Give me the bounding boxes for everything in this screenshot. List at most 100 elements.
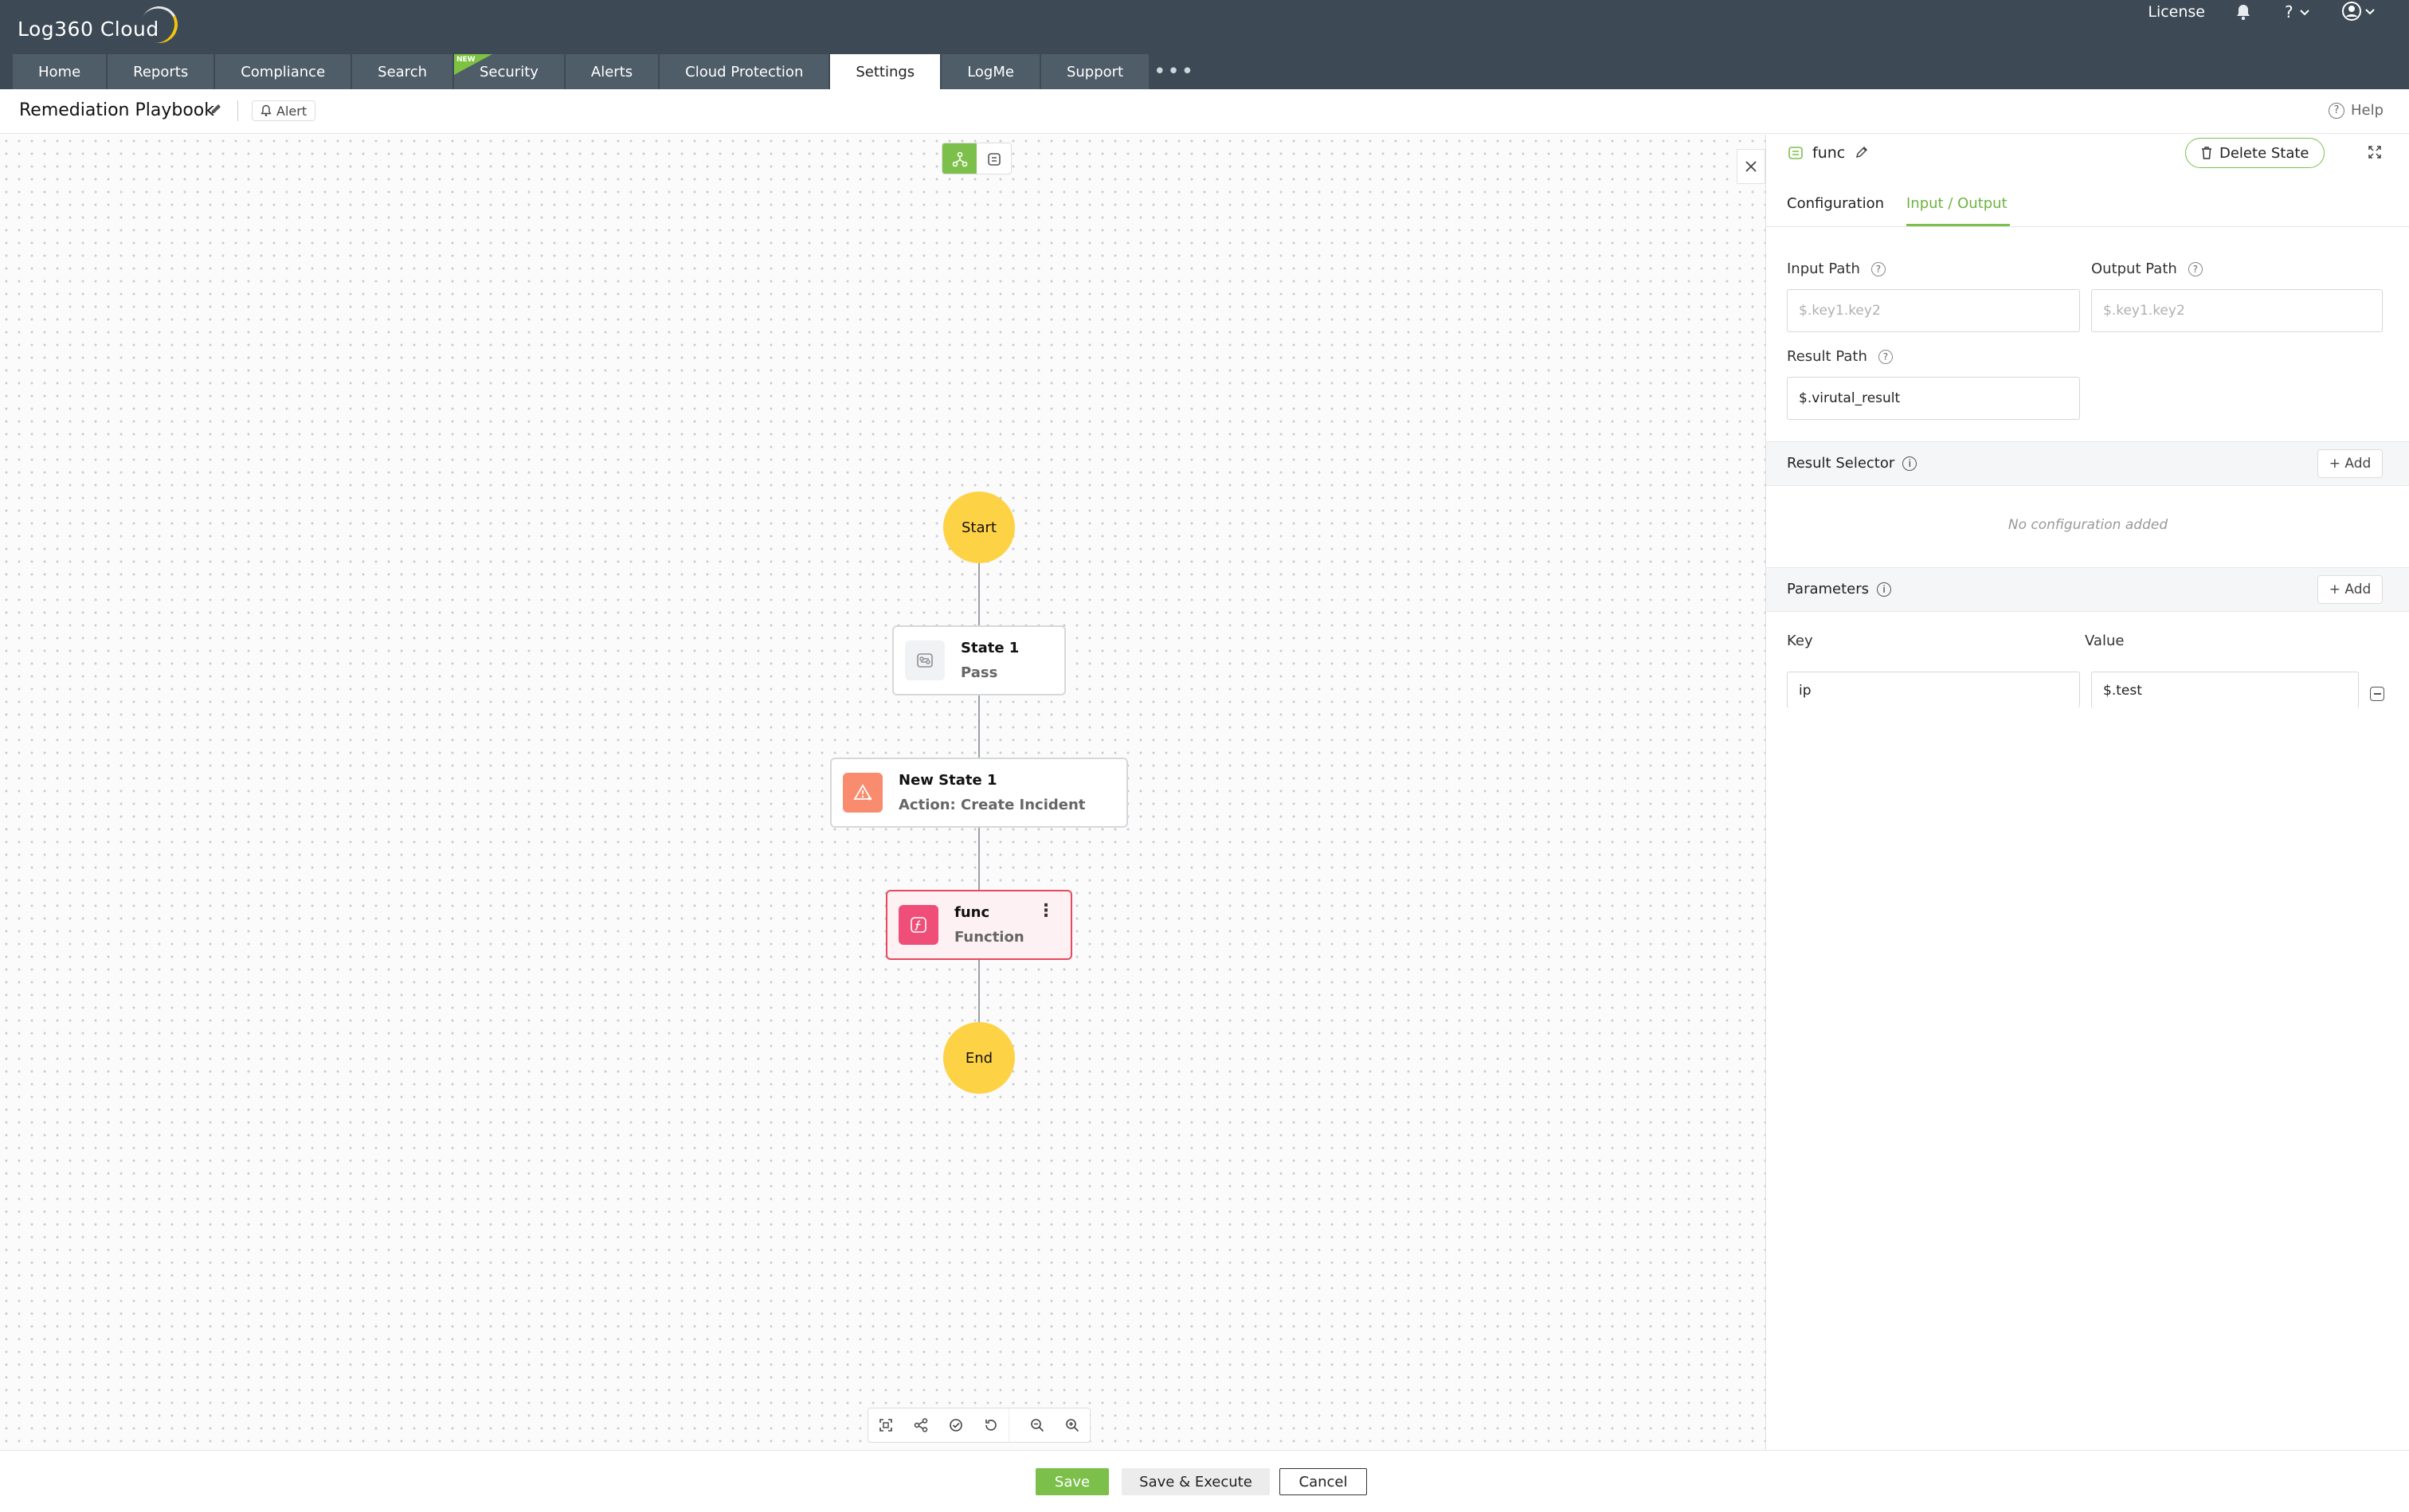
state-node-title: New State 1	[899, 772, 997, 789]
state-node-create-incident[interactable]: New State 1 Action: Create Incident	[830, 758, 1128, 828]
action-footer: Save Save & Execute Cancel	[0, 1450, 2409, 1512]
result-path-help-icon[interactable]: ?	[1878, 349, 1893, 364]
nav-tab-settings[interactable]: Settings	[830, 54, 941, 89]
state-node-function[interactable]: func Function ⋮	[886, 890, 1072, 960]
param-key-field[interactable]: ip	[1787, 672, 2080, 708]
result-path-label-text: Result Path	[1787, 348, 1867, 365]
nav-tab-security[interactable]: NEW Security	[454, 54, 564, 89]
output-path-label: Output Path ?	[2091, 260, 2203, 277]
nav-tab-reports[interactable]: Reports	[108, 54, 214, 89]
nav-tab-logme[interactable]: LogMe	[942, 54, 1040, 89]
state-node-type: Pass	[961, 664, 998, 681]
result-path-field[interactable]: $.virutal_result	[1787, 377, 2080, 420]
workflow-canvas[interactable]: Start State 1 Pass New State 1 Action: C…	[0, 135, 1765, 1450]
add-parameter-button[interactable]: + Add	[2317, 575, 2383, 604]
state-node-type: Action: Create Incident	[899, 797, 1086, 813]
delete-state-button[interactable]: Delete State	[2185, 138, 2325, 168]
save-execute-button[interactable]: Save & Execute	[1122, 1468, 1270, 1495]
nav-tab-support[interactable]: Support	[1040, 54, 1150, 89]
view-toggle	[942, 143, 1012, 174]
result-path-label: Result Path ?	[1787, 348, 1893, 365]
app-logo[interactable]: Log360 Cloud	[18, 1, 183, 49]
nav-tab-home[interactable]: Home	[13, 54, 107, 89]
parameters-title: Parameters i	[1787, 581, 1892, 597]
canvas-toolbar	[868, 1408, 1091, 1443]
logo-swoosh-icon	[135, 1, 183, 49]
user-avatar-icon[interactable]	[2342, 2, 2377, 22]
graph-view-icon[interactable]	[942, 143, 977, 174]
result-selector-section: Result Selector i + Add	[1766, 441, 2409, 486]
nav-tab-compliance[interactable]: Compliance	[215, 54, 351, 89]
alert-chip-label: Alert	[276, 103, 307, 119]
state-name: func	[1812, 144, 1846, 162]
parameters-info-icon[interactable]: i	[1877, 582, 1892, 597]
license-link[interactable]: License	[2148, 3, 2205, 21]
input-path-field[interactable]: $.key1.key2	[1787, 289, 2080, 332]
save-button[interactable]: Save	[1036, 1468, 1109, 1495]
remove-parameter-icon[interactable]	[2370, 687, 2384, 701]
end-node-label: End	[965, 1049, 993, 1067]
validate-icon[interactable]	[938, 1408, 973, 1442]
auto-layout-icon[interactable]	[903, 1408, 938, 1442]
nav-tab-alerts[interactable]: Alerts	[565, 54, 659, 89]
bell-outline-icon	[260, 104, 272, 116]
result-selector-info-icon[interactable]: i	[1902, 456, 1917, 471]
zoom-out-icon[interactable]	[1020, 1408, 1055, 1442]
state-node-type: Function	[954, 929, 1024, 946]
param-value-header: Value	[2085, 633, 2125, 649]
param-key-header: Key	[1787, 633, 1813, 649]
function-icon	[899, 905, 938, 945]
add-result-selector-button[interactable]: + Add	[2317, 449, 2383, 478]
pass-state-icon	[905, 640, 945, 680]
output-path-field[interactable]: $.key1.key2	[2091, 289, 2383, 332]
parameters-section: Parameters i + Add	[1766, 567, 2409, 612]
panel-header: func Delete State	[1766, 135, 2409, 179]
page-title: Remediation Playbook	[19, 100, 214, 120]
node-menu-icon[interactable]: ⋮	[1037, 903, 1055, 920]
state-node-text: New State 1 Action: Create Incident	[899, 772, 1085, 813]
more-tabs-icon[interactable]: •••	[1150, 54, 1198, 89]
param-value-field[interactable]: $.test	[2091, 672, 2359, 708]
expand-panel-icon[interactable]	[2367, 144, 2383, 163]
nav-tab-search[interactable]: Search	[352, 54, 452, 89]
toolbar-divider	[1009, 1408, 1020, 1442]
help-menu-icon[interactable]: ?	[2282, 2, 2313, 22]
help-label: Help	[2350, 102, 2384, 119]
tab-configuration[interactable]: Configuration	[1787, 195, 1884, 212]
close-panel-icon[interactable]	[1737, 149, 1765, 184]
edit-title-icon[interactable]	[209, 102, 223, 120]
output-path-label-text: Output Path	[2091, 260, 2177, 277]
active-tab-indicator	[1906, 224, 2010, 226]
code-view-icon[interactable]	[977, 143, 1011, 174]
start-node-label: Start	[962, 519, 997, 536]
state-node-text: func Function	[954, 904, 1024, 946]
zoom-in-icon[interactable]	[1055, 1408, 1090, 1442]
top-bar: Log360 Cloud License ? Home Reports Comp…	[0, 0, 2409, 89]
result-selector-title: Result Selector i	[1787, 455, 1917, 472]
cancel-button[interactable]: Cancel	[1279, 1468, 1367, 1495]
bell-icon[interactable]	[2234, 2, 2253, 22]
tab-input-output[interactable]: Input / Output	[1906, 195, 2007, 212]
rename-state-icon[interactable]	[1854, 144, 1870, 163]
state-node-title: func	[954, 904, 990, 921]
start-node[interactable]: Start	[943, 492, 1015, 563]
state-node-pass[interactable]: State 1 Pass	[892, 625, 1066, 695]
parameters-title-text: Parameters	[1787, 581, 1870, 597]
alert-chip[interactable]: Alert	[252, 100, 316, 121]
new-badge-text: NEW	[456, 56, 476, 64]
result-selector-empty-message: No configuration added	[2007, 517, 2168, 533]
playbook-title-bar: Remediation Playbook Alert ? Help	[0, 89, 2409, 134]
help-link[interactable]: ? Help	[2328, 102, 2384, 119]
nav-tab-cloud-protection[interactable]: Cloud Protection	[660, 54, 829, 89]
end-node[interactable]: End	[943, 1022, 1015, 1094]
fit-to-screen-icon[interactable]	[868, 1408, 903, 1442]
incident-alert-icon	[843, 773, 883, 813]
output-path-help-icon[interactable]: ?	[2188, 261, 2203, 276]
svg-text:?: ?	[2285, 2, 2293, 22]
input-path-help-icon[interactable]: ?	[1870, 261, 1886, 276]
title-divider	[237, 100, 238, 121]
state-node-title: State 1	[961, 640, 1020, 656]
input-path-label-text: Input Path	[1787, 260, 1860, 277]
reset-icon[interactable]	[973, 1408, 1009, 1442]
delete-state-label: Delete State	[2219, 144, 2309, 162]
